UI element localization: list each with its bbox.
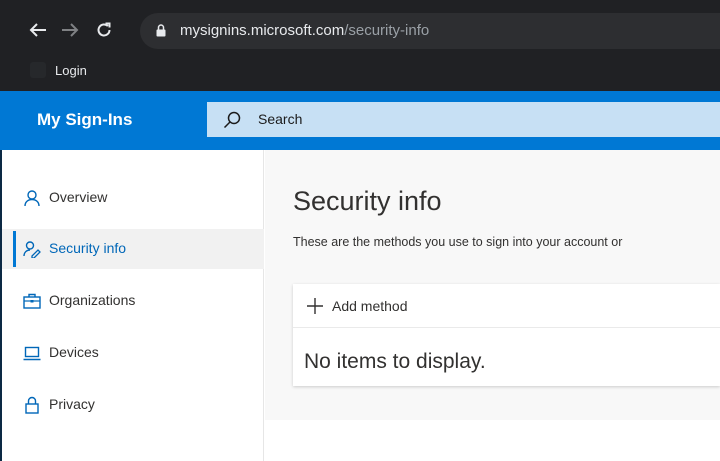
back-button[interactable]	[27, 19, 49, 41]
app-title[interactable]: My Sign-Ins	[37, 110, 132, 130]
sidebar-item-label: Security info	[49, 240, 127, 256]
plus-icon	[307, 298, 323, 314]
sidebar-item-security-info[interactable]: Security info	[2, 229, 264, 269]
sidebar-item-label: Devices	[49, 344, 99, 360]
bookmark-login[interactable]: Login	[30, 58, 87, 82]
lock-icon	[156, 24, 166, 37]
page-description: These are the methods you use to sign in…	[293, 235, 623, 249]
briefcase-icon	[23, 293, 41, 309]
url-path: /security-info	[344, 22, 430, 39]
bookmark-label: Login	[55, 62, 87, 78]
main-content: Security info These are the methods you …	[265, 150, 720, 461]
page-title: Security info	[293, 186, 442, 216]
search-icon	[223, 111, 241, 129]
sidebar-item-label: Overview	[49, 189, 108, 205]
laptop-icon	[23, 346, 41, 361]
address-text[interactable]: mysignins.microsoft.com/security-info	[180, 21, 429, 41]
arrow-right-icon	[62, 23, 79, 37]
security-info-icon	[23, 241, 41, 258]
sidebar-item-label: Organizations	[49, 292, 136, 308]
sidebar-item-label: Privacy	[49, 396, 95, 412]
reload-icon	[97, 22, 111, 37]
add-method-label: Add method	[332, 298, 408, 314]
main-bottom-area	[265, 420, 720, 461]
search-input[interactable]: Search	[207, 102, 720, 137]
browser-toolbar: mysignins.microsoft.com/security-info Lo…	[0, 0, 720, 91]
forward-button[interactable]	[59, 19, 81, 41]
add-method-button[interactable]: Add method	[306, 294, 408, 318]
url-host: mysignins.microsoft.com	[180, 22, 345, 39]
bookmark-favicon-icon	[30, 62, 46, 78]
card-toolbar: Add method	[293, 284, 720, 328]
sidebar-item-privacy[interactable]: Privacy	[2, 385, 264, 425]
sidebar-item-organizations[interactable]: Organizations	[2, 281, 264, 321]
person-icon	[24, 190, 40, 207]
reload-button[interactable]	[93, 19, 115, 41]
empty-state-message: No items to display.	[304, 350, 486, 373]
arrow-left-icon	[29, 23, 46, 37]
sidebar-item-devices[interactable]: Devices	[2, 333, 264, 373]
app-header: My Sign-Ins Search	[0, 91, 720, 150]
search-placeholder: Search	[258, 111, 303, 127]
lock-icon	[25, 396, 39, 414]
methods-card: Add method No items to display.	[293, 284, 720, 386]
sidebar: Overview Security info Organizations Dev…	[2, 150, 264, 461]
sidebar-item-overview[interactable]: Overview	[2, 178, 264, 218]
